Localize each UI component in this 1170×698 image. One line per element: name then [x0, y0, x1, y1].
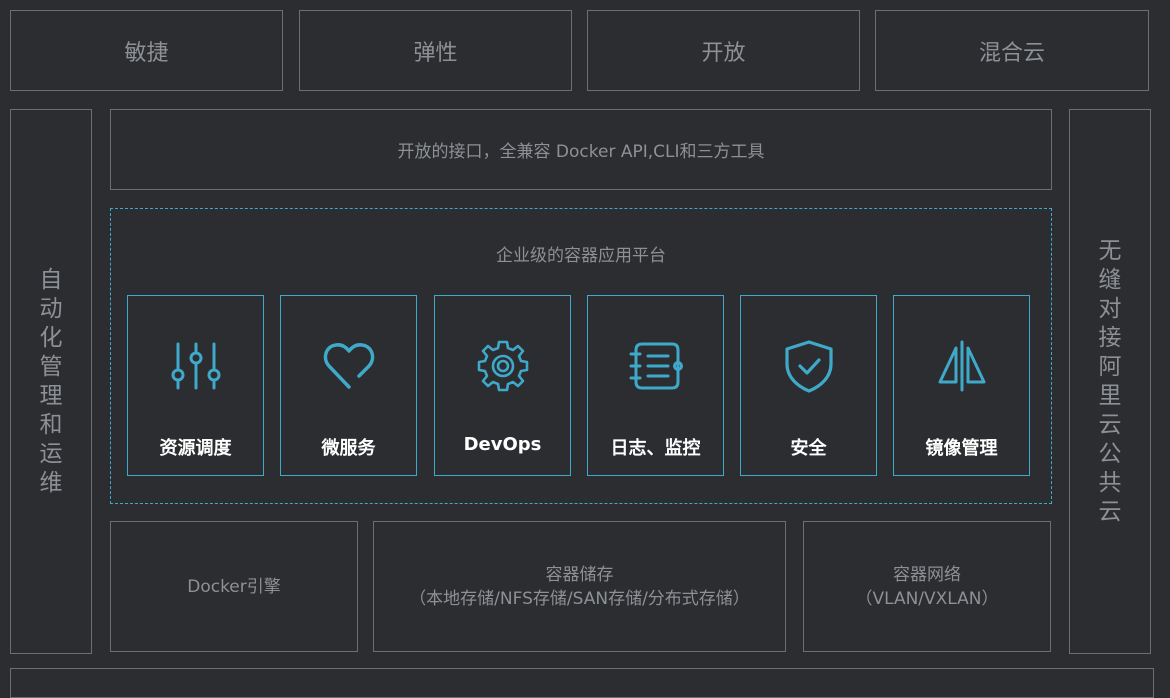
right-char: 云	[1098, 498, 1122, 525]
right-char: 无	[1098, 237, 1122, 264]
docker-engine: Docker引擎	[110, 521, 358, 652]
card-label: 日志、监控	[610, 438, 701, 459]
card-logging-monitoring: 日志、监控	[587, 295, 724, 476]
card-label: 资源调度	[159, 438, 232, 459]
right-column-aliyun: 无 缝 对 接 阿 里 云 公 共 云	[1069, 109, 1151, 654]
card-label: DevOps	[463, 434, 542, 455]
right-char: 接	[1098, 324, 1122, 351]
gear-icon	[477, 340, 529, 392]
right-char: 共	[1098, 469, 1122, 496]
sliders-icon	[171, 342, 221, 390]
top-hybrid-cloud-label: 混合云	[978, 40, 1045, 66]
storage-detail: （本地存储/NFS存储/SAN存储/分布式存储）	[409, 588, 750, 609]
log-icon	[629, 342, 683, 390]
footer-bar	[10, 668, 1154, 698]
mirror-icon	[938, 340, 986, 392]
left-char: 理	[39, 382, 63, 409]
card-label: 安全	[790, 438, 827, 459]
platform-title: 企业级的容器应用平台	[496, 246, 666, 266]
top-hybrid-cloud: 混合云	[875, 10, 1149, 91]
left-char: 维	[39, 469, 63, 496]
card-label: 微服务	[321, 438, 376, 459]
network-title: 容器网络	[893, 564, 961, 585]
right-char: 对	[1098, 295, 1122, 322]
container-network: 容器网络 （VLAN/VXLAN）	[803, 521, 1051, 652]
container-storage: 容器储存 （本地存储/NFS存储/SAN存储/分布式存储）	[373, 521, 786, 652]
top-agile-label: 敏捷	[124, 40, 169, 66]
card-devops: DevOps	[434, 295, 571, 476]
api-bar-label: 开放的接口，全兼容 Docker API,CLI和三方工具	[397, 142, 765, 162]
left-char: 运	[39, 440, 63, 467]
container-platform: 企业级的容器应用平台 资源调度 微服务 DevOps 日志、监控 安全 镜像管理	[110, 208, 1052, 504]
docker-engine-label: Docker引擎	[187, 576, 281, 597]
card-image-management: 镜像管理	[893, 295, 1030, 476]
left-char: 和	[39, 411, 63, 438]
card-security: 安全	[740, 295, 877, 476]
storage-title: 容器储存	[545, 564, 614, 585]
top-open-label: 开放	[701, 40, 746, 66]
left-char: 化	[39, 324, 63, 351]
card-label: 镜像管理	[925, 438, 998, 459]
left-char: 动	[39, 295, 63, 322]
network-detail: （VLAN/VXLAN）	[855, 588, 999, 609]
right-char: 里	[1098, 382, 1122, 409]
shield-check-icon	[785, 340, 833, 393]
right-char: 缝	[1098, 266, 1122, 293]
api-bar: 开放的接口，全兼容 Docker API,CLI和三方工具	[110, 109, 1052, 190]
top-open: 开放	[587, 10, 860, 91]
card-microservice: 微服务	[280, 295, 417, 476]
left-column-automation: 自 动 化 管 理 和 运 维	[10, 109, 92, 654]
top-agile: 敏捷	[10, 10, 283, 91]
right-char: 公	[1098, 440, 1122, 467]
top-elastic-label: 弹性	[413, 40, 458, 66]
left-char: 管	[39, 353, 63, 380]
right-char: 云	[1098, 411, 1122, 438]
left-char: 自	[39, 266, 63, 293]
heart-icon	[323, 343, 375, 389]
top-elastic: 弹性	[299, 10, 572, 91]
card-resource-scheduling: 资源调度	[127, 295, 264, 476]
right-char: 阿	[1098, 353, 1122, 380]
